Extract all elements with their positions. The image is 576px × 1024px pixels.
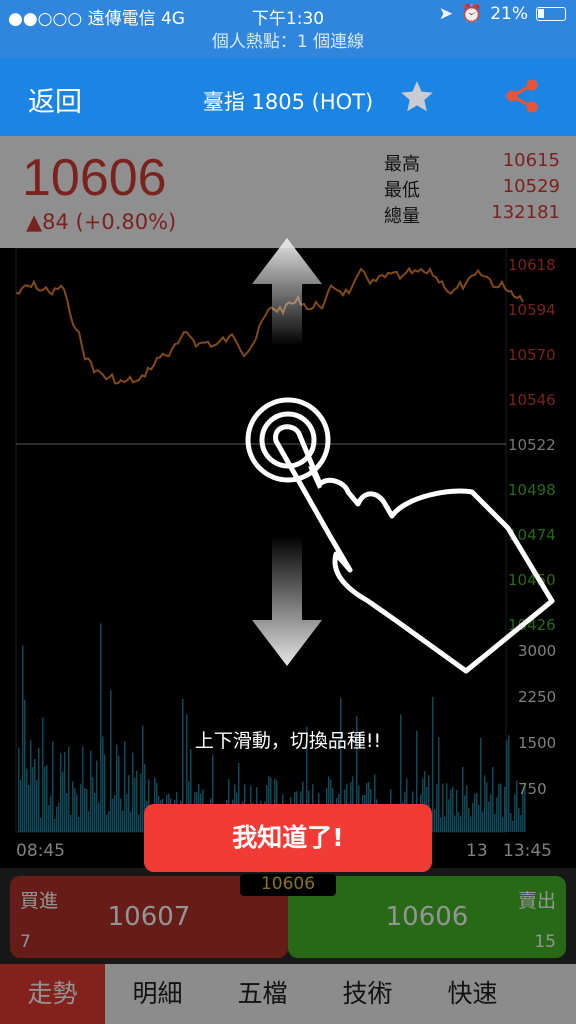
got-it-button[interactable]: 我知道了!: [144, 804, 432, 872]
nav-bar: 返回 臺指 1805 (HOT): [0, 58, 576, 136]
status-bar: ●●○○○ 遠傳電信 4G 下午1:30 ➤ ⏰ 21%: [0, 0, 576, 30]
swipe-hint-text: 上下滑動，切換品種!!: [194, 730, 382, 752]
swipe-gesture-icon: [245, 238, 555, 674]
arrow-down-icon: [252, 536, 322, 666]
battery-icon: [536, 7, 566, 21]
page-title: 臺指 1805 (HOT): [202, 90, 374, 114]
arrow-up-icon: [252, 238, 322, 346]
hotspot-banner[interactable]: 個人熱點：1 個連線: [0, 30, 576, 58]
battery-percent: 21%: [490, 4, 528, 24]
status-icons: ➤ ⏰ 21%: [439, 4, 566, 24]
alarm-icon: ⏰: [461, 4, 483, 24]
hand-pointer-icon: [273, 424, 555, 674]
favorite-star-icon[interactable]: [398, 78, 436, 116]
location-icon: ➤: [438, 4, 454, 24]
share-icon[interactable]: [502, 76, 542, 116]
